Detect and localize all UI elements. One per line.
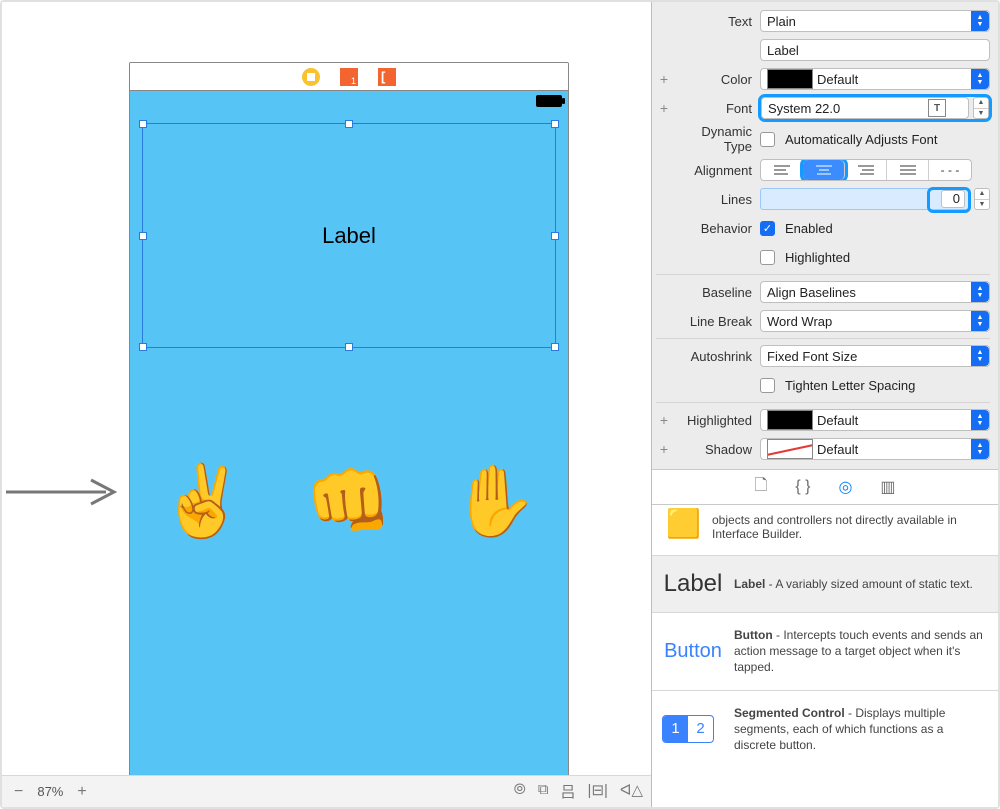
resize-handle[interactable] xyxy=(345,120,353,128)
lines-field[interactable]: 0 xyxy=(760,188,970,210)
label-text: Label xyxy=(143,223,555,249)
scene-toolbar xyxy=(130,63,568,91)
align-right-button[interactable] xyxy=(845,160,887,180)
canvas-panel[interactable]: Label ✌️ 👊 ✋ − 87% + ⦾ ⧉ 吕 |⊟| ᐊ△ xyxy=(2,2,651,807)
enabled-checkbox[interactable] xyxy=(760,221,775,236)
app-root: Label ✌️ 👊 ✋ − 87% + ⦾ ⧉ 吕 |⊟| ᐊ△ xyxy=(0,0,1000,809)
highlighted-swatch-icon xyxy=(767,410,813,430)
emoji-fist[interactable]: 👊 xyxy=(305,461,392,543)
cube-icon: 🟨 xyxy=(666,507,701,540)
align-left-button[interactable] xyxy=(761,160,803,180)
row-autoshrink: Autoshrink Fixed Font Size xyxy=(656,343,990,369)
zoom-in-button[interactable]: + xyxy=(73,783,90,801)
label-item-desc: Label - A variably sized amount of stati… xyxy=(734,576,973,592)
zoom-level[interactable]: 87% xyxy=(37,784,63,799)
library-continuation: 🟨 objects and controllers not directly a… xyxy=(652,505,998,555)
row-alignment: Alignment xyxy=(656,157,990,183)
dynamic-type-checkbox[interactable] xyxy=(760,132,775,147)
row-color: + Color Default xyxy=(656,66,990,92)
library-item-label[interactable]: Label Label - A variably sized amount of… xyxy=(652,555,998,612)
font-field[interactable]: System 22.0 T xyxy=(761,97,969,119)
resize-handle[interactable] xyxy=(345,343,353,351)
device-frame[interactable]: Label ✌️ 👊 ✋ xyxy=(129,62,569,782)
linebreak-select[interactable]: Word Wrap xyxy=(760,310,990,332)
battery-icon xyxy=(536,95,562,107)
segmented-preview-icon: 12 xyxy=(662,715,724,743)
library-item-segmented[interactable]: 12 Segmented Control - Displays multiple… xyxy=(652,690,998,768)
button-preview-icon: Button xyxy=(662,640,724,663)
tab-objects-icon[interactable]: ◎ xyxy=(838,477,852,497)
tab-code-icon[interactable]: { } xyxy=(795,478,810,496)
row-dynamic-type: Dynamic Type Automatically Adjusts Font xyxy=(656,124,990,154)
button-item-desc: Button - Intercepts touch events and sen… xyxy=(734,627,988,676)
resolve-tool-icon[interactable]: ᐊ△ xyxy=(620,781,643,802)
object-library[interactable]: 🟨 objects and controllers not directly a… xyxy=(652,505,998,807)
canvas-bottom-bar: − 87% + ⦾ ⧉ 吕 |⊟| ᐊ△ xyxy=(2,775,651,807)
resize-handle[interactable] xyxy=(139,343,147,351)
row-tighten: Tighten Letter Spacing xyxy=(656,372,990,398)
library-tabs: 🗋 { } ◎ ▥ xyxy=(652,469,998,505)
highlighted-checkbox[interactable] xyxy=(760,250,775,265)
row-behavior-2: Highlighted xyxy=(656,244,990,270)
font-stepper[interactable]: ▲▼ xyxy=(973,97,989,119)
font-picker-icon[interactable]: T xyxy=(928,99,946,117)
shadow-select[interactable]: Default xyxy=(760,438,990,460)
baseline-select[interactable]: Align Baselines xyxy=(760,281,990,303)
align-tool-icon[interactable]: 吕 xyxy=(561,781,576,802)
row-linebreak: Line Break Word Wrap xyxy=(656,308,990,334)
add-highlighted-button[interactable]: + xyxy=(656,412,672,428)
shadow-swatch-icon xyxy=(767,439,813,459)
scene-entry-icon[interactable] xyxy=(302,68,320,86)
label-text-prop: Text xyxy=(672,14,760,29)
scene-box-icon[interactable] xyxy=(340,68,358,86)
emoji-peace[interactable]: ✌️ xyxy=(159,461,246,543)
pointer-arrow-icon xyxy=(6,477,121,507)
selected-label-element[interactable]: Label xyxy=(142,123,556,348)
tab-file-icon[interactable]: 🗋 xyxy=(754,474,767,501)
lines-stepper[interactable]: ▲▼ xyxy=(974,188,990,210)
color-swatch-icon xyxy=(767,69,813,89)
row-text: Text Plain xyxy=(656,8,990,34)
tab-media-icon[interactable]: ▥ xyxy=(880,477,895,497)
row-font: + Font System 22.0 T ▲▼ xyxy=(656,95,990,121)
row-highlighted-color: + Highlighted Default xyxy=(656,407,990,433)
align-justify-button[interactable] xyxy=(887,160,929,180)
align-center-button[interactable] xyxy=(803,160,845,180)
resize-handle[interactable] xyxy=(139,120,147,128)
text-value-input[interactable]: Label xyxy=(760,39,990,61)
inspector-panel: Text Plain Label + Color xyxy=(651,2,998,807)
add-font-button[interactable]: + xyxy=(656,100,672,116)
pin-tool-icon[interactable]: |⊟| xyxy=(588,781,608,802)
text-mode-select[interactable]: Plain xyxy=(760,10,990,32)
row-behavior: Behavior Enabled xyxy=(656,215,990,241)
emoji-hand[interactable]: ✋ xyxy=(451,461,538,543)
layout-tool-icons: ⦾ ⧉ 吕 |⊟| ᐊ△ xyxy=(514,781,643,802)
row-shadow: + Shadow Default xyxy=(656,436,990,462)
color-select[interactable]: Default xyxy=(760,68,990,90)
emoji-row: ✌️ 👊 ✋ xyxy=(130,461,568,543)
segmented-item-desc: Segmented Control - Displays multiple se… xyxy=(734,705,988,754)
library-item-button[interactable]: Button Button - Intercepts touch events … xyxy=(652,612,998,690)
focus-icon[interactable]: ⦾ xyxy=(514,781,526,802)
resize-handle[interactable] xyxy=(551,120,559,128)
align-natural-button[interactable]: - - - xyxy=(929,160,971,180)
label-preview-icon: Label xyxy=(662,570,724,598)
dynamic-type-option: Automatically Adjusts Font xyxy=(785,132,937,147)
row-baseline: Baseline Align Baselines xyxy=(656,279,990,305)
alignment-segmented[interactable]: - - - xyxy=(760,159,972,181)
autoshrink-select[interactable]: Fixed Font Size xyxy=(760,345,990,367)
zoom-out-button[interactable]: − xyxy=(10,783,27,801)
add-shadow-button[interactable]: + xyxy=(656,441,672,457)
add-color-button[interactable]: + xyxy=(656,71,672,87)
highlighted-select[interactable]: Default xyxy=(760,409,990,431)
row-lines: Lines 0 ▲▼ xyxy=(656,186,990,212)
tighten-checkbox[interactable] xyxy=(760,378,775,393)
embed-icon[interactable]: ⧉ xyxy=(538,781,549,802)
row-text-value: Label xyxy=(656,37,990,63)
scene-exit-icon[interactable] xyxy=(378,68,396,86)
resize-handle[interactable] xyxy=(551,343,559,351)
device-view[interactable]: Label ✌️ 👊 ✋ xyxy=(130,91,568,781)
